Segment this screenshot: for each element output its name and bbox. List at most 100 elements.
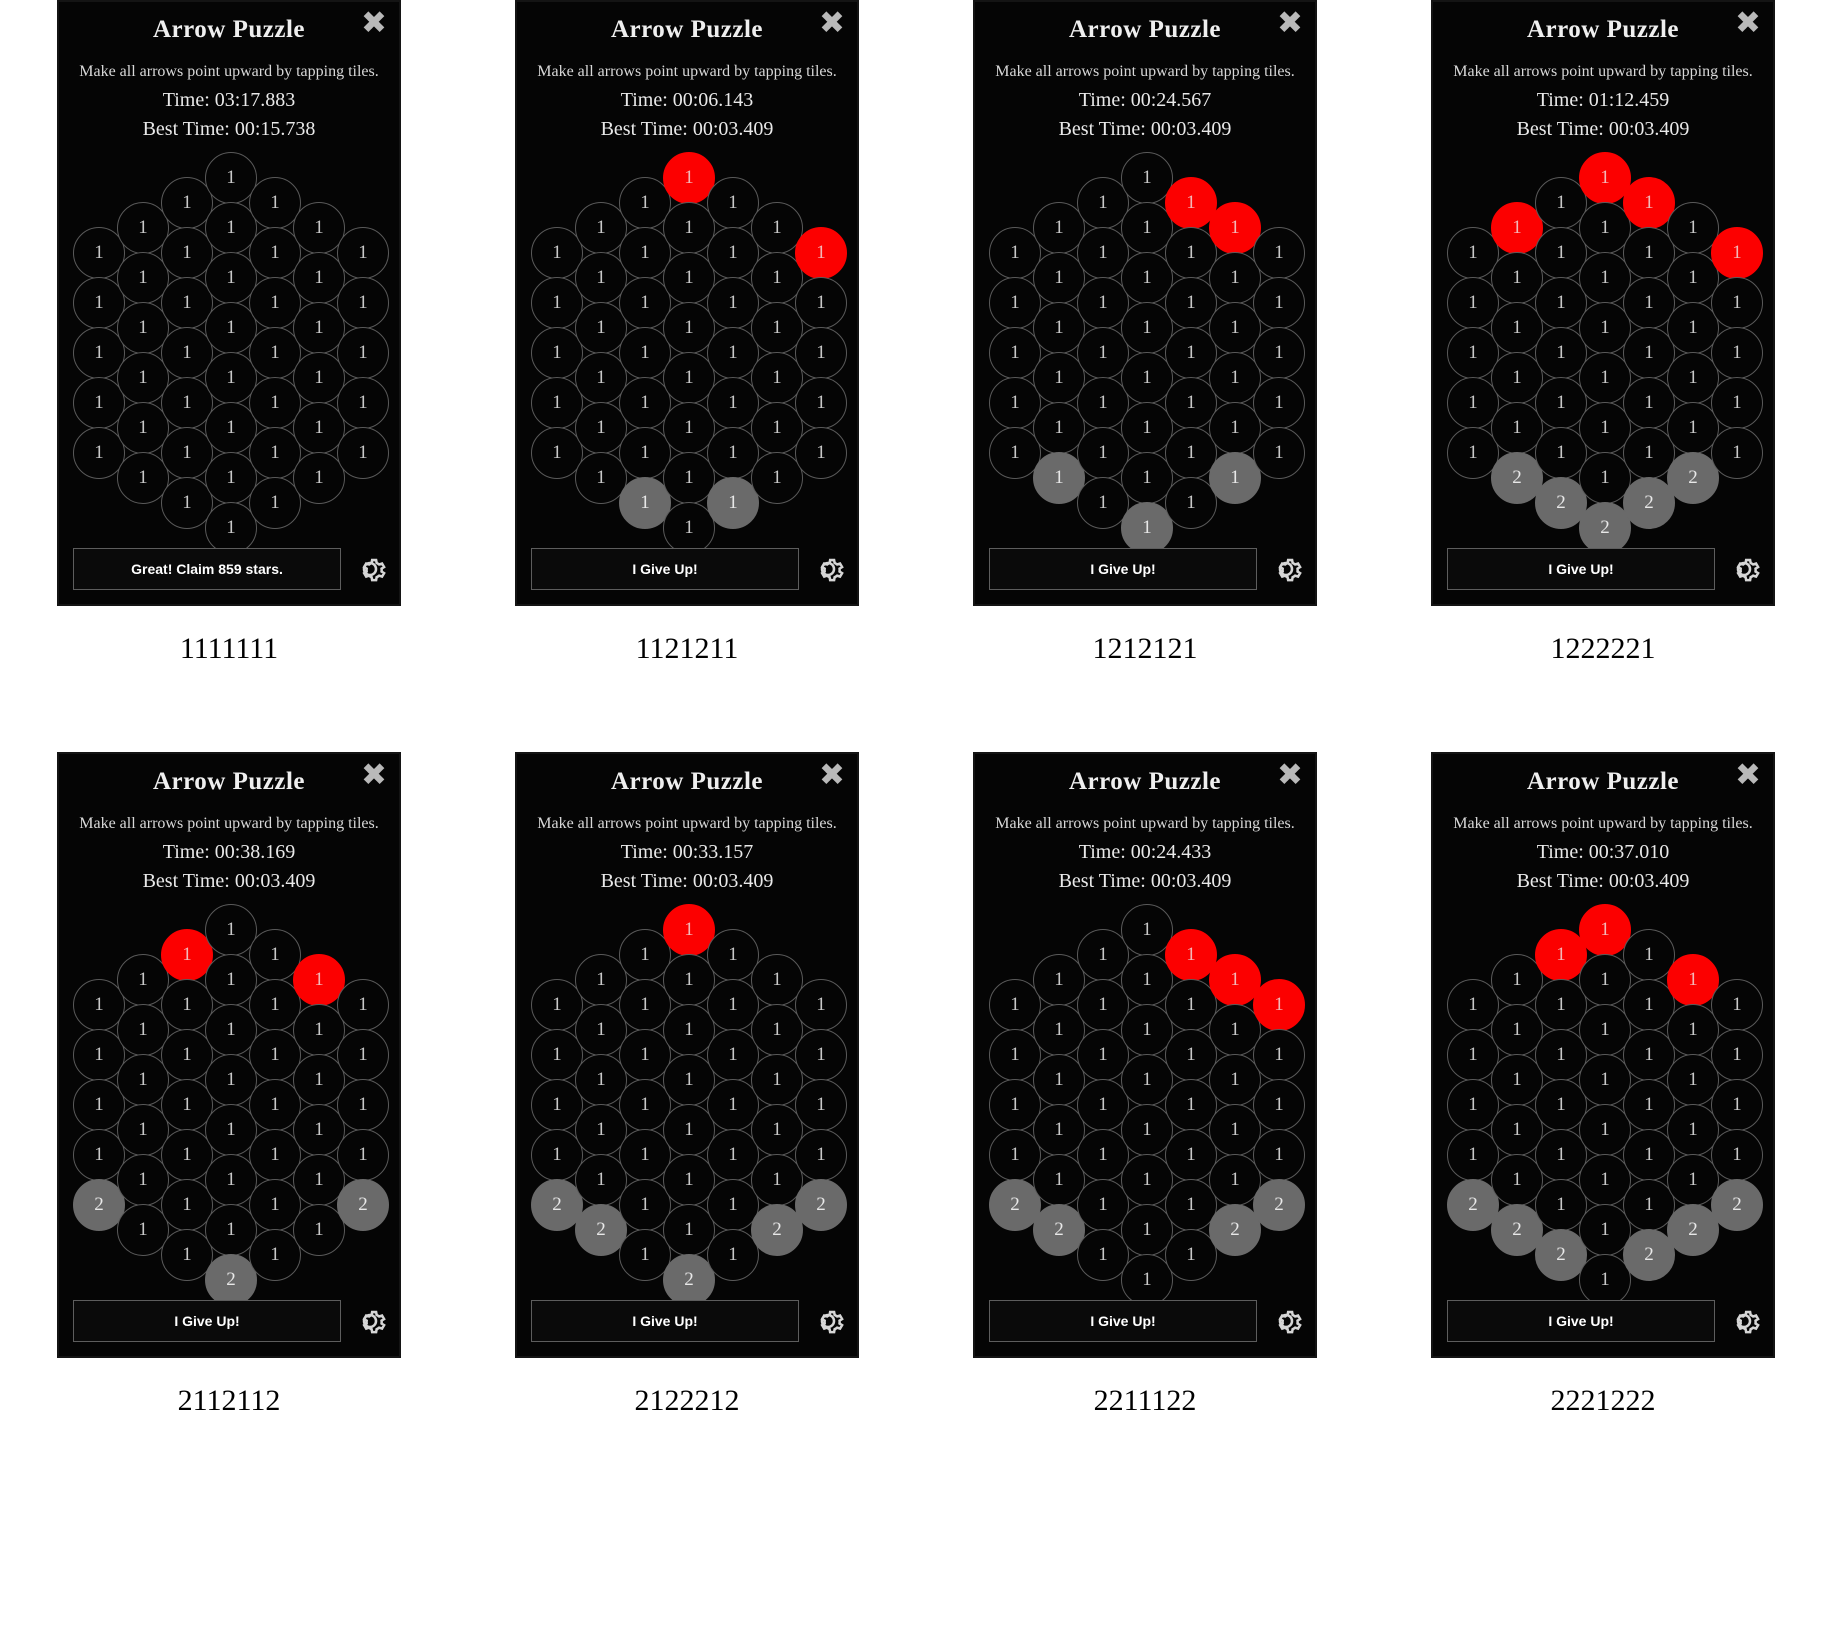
action-button[interactable]: I Give Up! [531, 548, 799, 590]
panel-inner: ✖ Arrow Puzzle Make all arrows point upwar… [517, 754, 857, 1356]
board-tile[interactable]: 1 [795, 1029, 847, 1081]
board-tile[interactable]: 1 [795, 327, 847, 379]
close-icon[interactable]: ✖ [815, 758, 849, 792]
action-button[interactable]: I Give Up! [1447, 1300, 1715, 1342]
arrow-puzzle-panel: ✖ Arrow Puzzle Make all arrows point upwar… [57, 752, 401, 1358]
panel-footer: I Give Up! [1447, 1300, 1763, 1342]
board-tile[interactable]: 1 [795, 227, 847, 279]
board-tile[interactable]: 1 [795, 277, 847, 329]
page-title: Arrow Puzzle [610, 768, 763, 795]
gear-icon[interactable] [1725, 1302, 1763, 1340]
panel-footer: I Give Up! [1447, 548, 1763, 590]
screenshot-sheet: ✖ Arrow Puzzle Make all arrows point upwar… [0, 0, 1832, 1646]
best-time: Best Time: 00:03.409 [142, 870, 316, 892]
board-tile[interactable]: 1 [1711, 1129, 1763, 1181]
close-icon[interactable]: ✖ [1731, 6, 1765, 40]
gear-icon[interactable] [1267, 1302, 1305, 1340]
close-icon[interactable]: ✖ [1273, 6, 1307, 40]
panel-caption: 1212121 [1092, 632, 1198, 665]
panel-row: ✖ Arrow Puzzle Make all arrows point upwar… [0, 752, 1832, 1418]
board-tile[interactable]: 1 [337, 979, 389, 1031]
action-button[interactable]: I Give Up! [1447, 548, 1715, 590]
panel-grid: ✖ Arrow Puzzle Make all arrows point upwar… [0, 0, 1832, 1418]
board-tile[interactable]: 1 [1711, 327, 1763, 379]
board-tile[interactable]: 1 [1253, 227, 1305, 279]
best-time: Best Time: 00:03.409 [600, 870, 774, 892]
board-tile[interactable]: 1 [337, 227, 389, 279]
board-tile[interactable]: 1 [337, 1079, 389, 1131]
panel-inner: ✖ Arrow Puzzle Make all arrows point upwar… [975, 754, 1315, 1356]
board-tile[interactable]: 1 [1253, 1029, 1305, 1081]
gear-icon[interactable] [1725, 550, 1763, 588]
gear-icon[interactable] [809, 1302, 847, 1340]
action-button[interactable]: I Give Up! [989, 548, 1257, 590]
board-tile[interactable]: 1 [337, 277, 389, 329]
panel-caption: 1121211 [635, 632, 739, 665]
panel-caption: 2122212 [634, 1384, 740, 1417]
gear-icon[interactable] [809, 550, 847, 588]
row-spacer [0, 666, 1832, 752]
panel-cell: ✖ Arrow Puzzle Make all arrows point upwar… [916, 752, 1374, 1418]
panel-inner: ✖ Arrow Puzzle Make all arrows point upwar… [975, 2, 1315, 604]
action-button[interactable]: I Give Up! [73, 1300, 341, 1342]
board-tile[interactable]: 1 [1253, 427, 1305, 479]
panel-footer: I Give Up! [531, 1300, 847, 1342]
page-title: Arrow Puzzle [610, 16, 763, 43]
board-tile[interactable]: 1 [1711, 979, 1763, 1031]
close-icon[interactable]: ✖ [1273, 758, 1307, 792]
elapsed-time: Time: 00:24.433 [1078, 841, 1212, 863]
elapsed-time: Time: 00:33.157 [620, 841, 754, 863]
best-time: Best Time: 00:03.409 [600, 118, 774, 140]
board-tile[interactable]: 1 [1711, 1079, 1763, 1131]
board-tile[interactable]: 1 [1253, 979, 1305, 1031]
board-tile[interactable]: 2 [337, 1179, 389, 1231]
board-tile[interactable]: 2 [1711, 1179, 1763, 1231]
board-tile[interactable]: 1 [337, 327, 389, 379]
board-tile[interactable]: 1 [795, 377, 847, 429]
panel-footer: Great! Claim 859 stars. [73, 548, 389, 590]
board-tile[interactable]: 1 [1253, 1129, 1305, 1181]
gear-icon[interactable] [1267, 550, 1305, 588]
board-tile[interactable]: 2 [1253, 1179, 1305, 1231]
gear-icon[interactable] [351, 550, 389, 588]
board-tile[interactable]: 2 [795, 1179, 847, 1231]
panel-caption: 2112112 [177, 1384, 281, 1417]
panel-cell: ✖ Arrow Puzzle Make all arrows point upwar… [1374, 0, 1832, 666]
elapsed-time: Time: 00:38.169 [162, 841, 296, 863]
board-tile[interactable]: 1 [795, 1079, 847, 1131]
board-tile[interactable]: 1 [795, 979, 847, 1031]
board-tile[interactable]: 1 [795, 427, 847, 479]
arrow-puzzle-panel: ✖ Arrow Puzzle Make all arrows point upwar… [1431, 0, 1775, 606]
arrow-puzzle-panel: ✖ Arrow Puzzle Make all arrows point upwar… [57, 0, 401, 606]
close-icon[interactable]: ✖ [357, 758, 391, 792]
action-button[interactable]: I Give Up! [531, 1300, 799, 1342]
close-icon[interactable]: ✖ [815, 6, 849, 40]
board-tile[interactable]: 1 [337, 427, 389, 479]
panel-cell: ✖ Arrow Puzzle Make all arrows point upwar… [0, 752, 458, 1418]
board-tile[interactable]: 1 [337, 377, 389, 429]
instruction-text: Make all arrows point upward by tapping … [995, 63, 1295, 80]
board-tile[interactable]: 1 [1253, 377, 1305, 429]
board-tile[interactable]: 1 [1253, 327, 1305, 379]
instruction-text: Make all arrows point upward by tapping … [1453, 63, 1753, 80]
board-tile[interactable]: 1 [1711, 277, 1763, 329]
board-tile[interactable]: 1 [337, 1029, 389, 1081]
action-button[interactable]: Great! Claim 859 stars. [73, 548, 341, 590]
board-tile[interactable]: 1 [1711, 427, 1763, 479]
panel-cell: ✖ Arrow Puzzle Make all arrows point upwar… [458, 0, 916, 666]
board-tile[interactable]: 1 [1711, 1029, 1763, 1081]
panel-inner: ✖ Arrow Puzzle Make all arrows point upwar… [1433, 754, 1773, 1356]
hex-board: 1111211111211111111111111111111111111121… [975, 904, 1315, 1306]
close-icon[interactable]: ✖ [1731, 758, 1765, 792]
arrow-puzzle-panel: ✖ Arrow Puzzle Make all arrows point upwar… [973, 752, 1317, 1358]
gear-icon[interactable] [351, 1302, 389, 1340]
board-tile[interactable]: 1 [795, 1129, 847, 1181]
board-tile[interactable]: 1 [1253, 1079, 1305, 1131]
board-tile[interactable]: 1 [1253, 277, 1305, 329]
best-time: Best Time: 00:03.409 [1516, 870, 1690, 892]
action-button[interactable]: I Give Up! [989, 1300, 1257, 1342]
board-tile[interactable]: 1 [1711, 227, 1763, 279]
board-tile[interactable]: 1 [1711, 377, 1763, 429]
board-tile[interactable]: 1 [337, 1129, 389, 1181]
close-icon[interactable]: ✖ [357, 6, 391, 40]
